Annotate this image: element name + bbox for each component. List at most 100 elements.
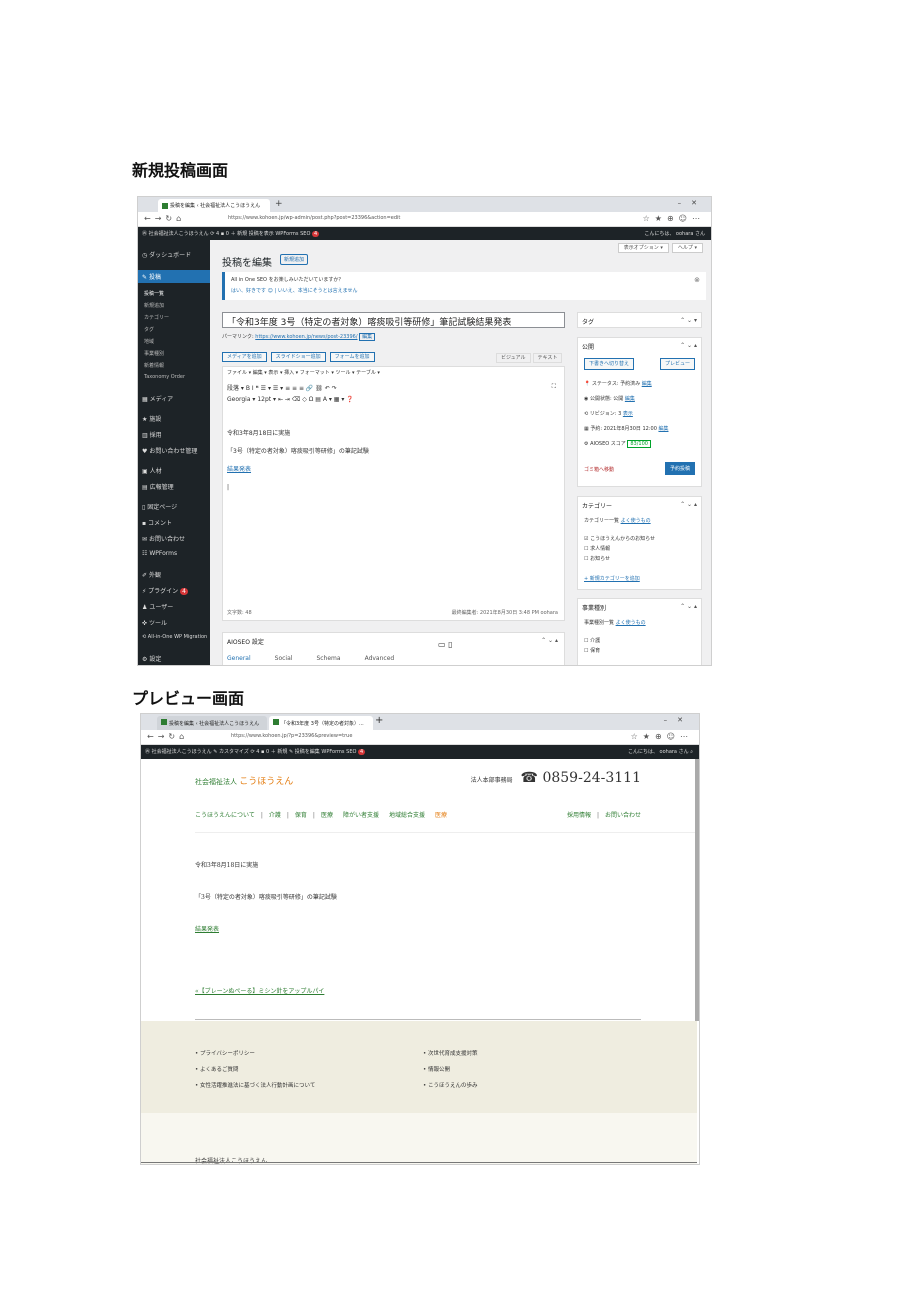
category-checkbox[interactable]: ☑ こうほうえんからのお知らせ <box>584 535 655 542</box>
menu-tools[interactable]: ✜ ツール <box>142 618 167 627</box>
window-controls[interactable]: –✕ <box>664 716 693 724</box>
scrollbar[interactable] <box>695 759 699 1021</box>
tab-visual[interactable]: ビジュアル <box>496 353 531 363</box>
site-logo[interactable]: 社会福祉法人 こうほうえん <box>195 774 293 787</box>
save-draft-button[interactable]: 下書きへ切り替え <box>584 358 635 370</box>
window-controls[interactable]: –✕ <box>678 199 707 207</box>
nav-medical[interactable]: 医療 <box>321 812 333 819</box>
menu-settings[interactable]: ⚙ 設定 <box>142 654 161 663</box>
menu-sub-type[interactable]: 事業種別 <box>144 350 164 357</box>
revisions-link[interactable]: 表示 <box>623 411 633 417</box>
editor-content[interactable]: 令和3年8月18日に実施 「3号（特定の者対象）喀痰吸引等研修」の筆記試験 結果… <box>227 425 369 497</box>
visibility-edit-link[interactable]: 編集 <box>625 396 635 402</box>
browser-toolbar-icons[interactable]: ☆★⊕☺⋯ <box>631 732 693 741</box>
help-button[interactable]: ヘルプ ▾ <box>671 243 703 253</box>
editor-toolbar-1[interactable]: 段落 ▾ B I ❝ ☰ ▾ ☰ ▾ ≡ ≡ ≡ 🔗 ⛓ ↶ ↷ <box>227 383 337 392</box>
updates-icon[interactable]: ⟳ <box>250 749 254 755</box>
panel-arrows-icon[interactable]: ⌃ ⌄ ▴ <box>680 342 697 349</box>
category-checkbox[interactable]: ☐ お知らせ <box>584 555 610 562</box>
url-field[interactable]: https://www.kohoen.jp/?p=23396&preview=t… <box>231 733 352 739</box>
menu-appearance[interactable]: ✐ 外観 <box>142 570 161 579</box>
admin-view-post[interactable]: 投稿を表示 <box>249 231 274 237</box>
editor-menubar[interactable]: ファイル ▾ 編集 ▾ 表示 ▾ 挿入 ▾ フォーマット ▾ ツール ▾ テーブ… <box>227 369 380 376</box>
menu-facility[interactable]: ★ 施設 <box>142 414 161 423</box>
admin-wpforms[interactable]: WPForms <box>321 749 344 755</box>
footer-link[interactable]: • こうほうえんの歩み <box>423 1081 478 1089</box>
menu-users[interactable]: ♟ ユーザー <box>142 602 173 611</box>
menu-media[interactable]: ▦ メディア <box>142 394 173 403</box>
footer-link[interactable]: • よくあるご質問 <box>195 1065 239 1073</box>
menu-sub-category[interactable]: カテゴリー <box>144 314 169 321</box>
browser-tab-active[interactable]: 「令和3年度 3号（特定の者対象）... <box>269 716 373 730</box>
content-result-link[interactable]: 結果発表 <box>227 461 369 479</box>
footer-link[interactable]: • プライバシーポリシー <box>195 1049 255 1057</box>
panel-arrows-icon[interactable]: ⌃ ⌄ ▴ <box>680 603 697 610</box>
update-button[interactable]: 予約投稿 <box>664 462 695 475</box>
tab-type-popular[interactable]: よく使うもの <box>616 620 646 626</box>
preview-button[interactable]: プレビュー <box>659 358 695 370</box>
menu-staff[interactable]: ▣ 人材 <box>142 466 162 475</box>
tab-social[interactable]: Social <box>275 655 293 662</box>
panel-arrows-icon[interactable]: ⌃ ⌄ ▾ <box>680 317 697 324</box>
add-category-link[interactable]: + 新規カテゴリーを追加 <box>584 576 640 582</box>
tab-type-all[interactable]: 事業種別一覧 <box>584 620 614 626</box>
footer-link[interactable]: • 次世代育成支援対策 <box>423 1049 478 1057</box>
notice-no-link[interactable]: いいえ、本当にそうとは言えません <box>278 288 358 294</box>
notice-yes-link[interactable]: はい、好きです <box>231 288 266 294</box>
menu-contact-manage[interactable]: ♥ お問い合わせ管理 <box>142 446 197 455</box>
menu-plugins[interactable]: ⚡ プラグイン 4 <box>142 586 188 595</box>
menu-inquiry[interactable]: ✉ お問い合わせ <box>142 534 185 543</box>
fullscreen-icon[interactable]: ⛶ <box>552 383 556 391</box>
tab-category-all[interactable]: カテゴリー一覧 <box>584 518 619 524</box>
comments-icon[interactable]: ▪ <box>221 231 224 237</box>
admin-greeting[interactable]: こんにちは、 oohara さん <box>644 231 705 237</box>
tab-category-popular[interactable]: よく使うもの <box>621 518 651 524</box>
new-tab-icon[interactable]: + <box>375 715 383 726</box>
tab-advanced[interactable]: Advanced <box>365 655 395 662</box>
article-result-link[interactable]: 結果発表 <box>195 924 219 933</box>
menu-wpforms[interactable]: ☷ WPForms <box>142 550 177 557</box>
screen-options-button[interactable]: 表示オプション ▾ <box>617 243 669 253</box>
menu-dashboard[interactable]: ◷ ダッシュボード <box>142 250 191 259</box>
admin-seo[interactable]: SEO 4 <box>300 231 320 237</box>
menu-sub-news[interactable]: 新着情報 <box>144 362 164 369</box>
menu-sub-region[interactable]: 地域 <box>144 338 154 345</box>
panel-arrows-icon[interactable]: ⌃ ⌄ ▴ <box>680 501 697 508</box>
nav-community[interactable]: 地域総合支援 <box>389 812 425 819</box>
admin-site-name[interactable]: 社会福祉法人こうほうえん <box>152 749 212 755</box>
admin-wpforms[interactable]: WPForms <box>275 231 298 237</box>
device-preview-icons[interactable]: ▭ ▯ <box>438 640 453 649</box>
admin-site-name[interactable]: 社会福祉法人こうほうえん <box>149 231 209 237</box>
wp-logo-icon[interactable]: Ⓦ <box>142 231 147 237</box>
permalink-edit-button[interactable]: 編集 <box>359 333 376 341</box>
add-slideshow-button[interactable]: スライドショー追加 <box>270 352 326 362</box>
menu-sub-order[interactable]: Taxonomy Order <box>144 374 185 380</box>
nav-contact[interactable]: お問い合わせ <box>605 812 641 819</box>
browser-nav-icons[interactable]: ←→↻⌂ <box>144 214 185 223</box>
menu-pages[interactable]: ▯ 固定ページ <box>142 502 177 511</box>
updates-icon[interactable]: ⟳ <box>210 231 214 237</box>
permalink-link[interactable]: https://www.kohoen.jp/news/post-23396/ <box>255 334 357 340</box>
browser-tab[interactable]: 投稿を編集 ‹ 社会福祉法人こうほうえん <box>157 716 267 730</box>
url-field[interactable]: https://www.kohoen.jp/wp-admin/post.php?… <box>228 215 400 221</box>
tab-schema[interactable]: Schema <box>316 655 340 662</box>
nav-other[interactable]: 医療 <box>435 812 447 819</box>
search-icon[interactable]: ⌕ <box>690 749 693 755</box>
category-checkbox[interactable]: ☐ 求人情報 <box>584 545 610 552</box>
type-checkbox[interactable]: ☐ 介護 <box>584 637 600 644</box>
menu-sub-tag[interactable]: タグ <box>144 326 154 333</box>
type-checkbox[interactable]: ☐ 保育 <box>584 647 600 654</box>
nav-childcare[interactable]: 保育 <box>295 812 307 819</box>
customize-link[interactable]: ✎ カスタマイズ <box>213 749 249 755</box>
nav-about[interactable]: こうほうえんについて <box>195 812 255 819</box>
footer-link[interactable]: • 女性活躍推進法に基づく法人行動計画について <box>195 1081 315 1089</box>
new-tab-icon[interactable]: + <box>275 199 283 209</box>
add-media-button[interactable]: メディアを追加 <box>222 352 267 362</box>
wp-logo-icon[interactable]: Ⓦ <box>145 749 150 755</box>
menu-recruit[interactable]: ▥ 採用 <box>142 430 162 439</box>
trash-link[interactable]: ゴミ箱へ移動 <box>584 466 614 473</box>
nav-care[interactable]: 介護 <box>269 812 281 819</box>
admin-edit-post[interactable]: ✎ 投稿を編集 <box>289 749 320 755</box>
menu-sub-new[interactable]: 新規追加 <box>144 302 164 309</box>
seo-score[interactable]: 83/100 <box>627 440 651 448</box>
